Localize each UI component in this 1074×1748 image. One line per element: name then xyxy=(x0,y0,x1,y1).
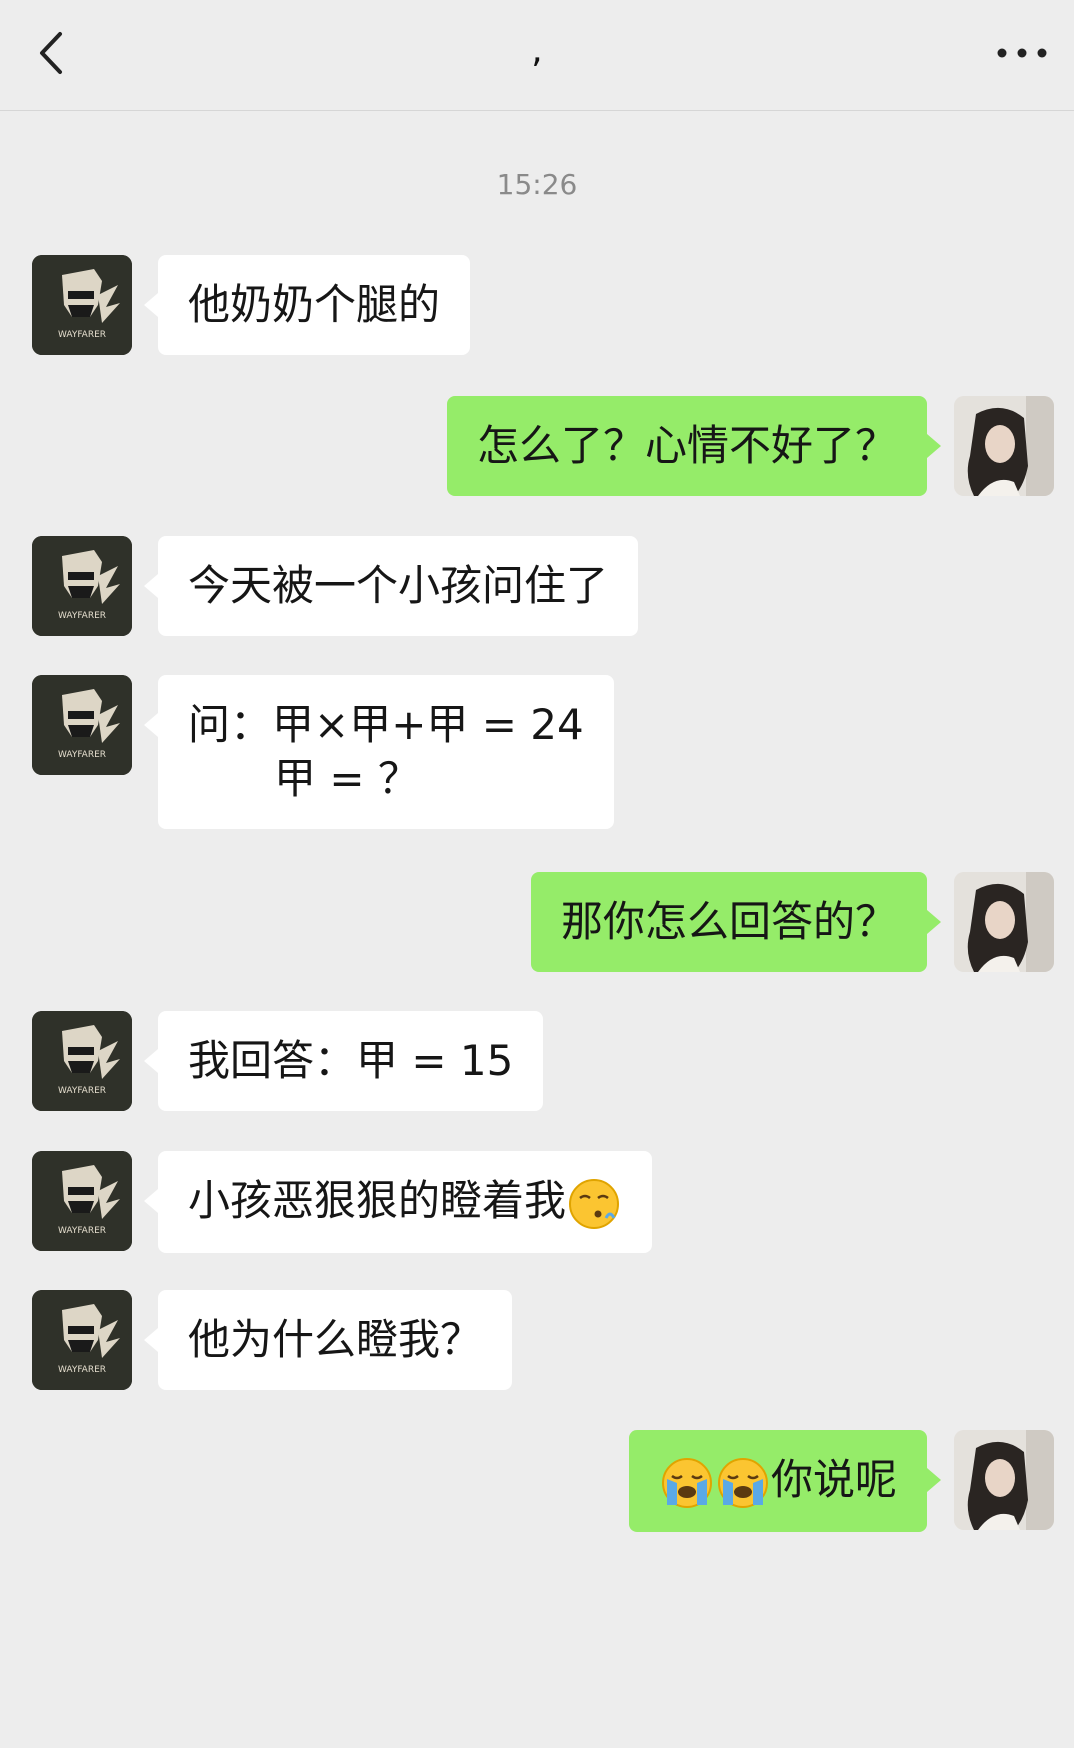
message-text: 那你怎么回答的？ xyxy=(560,897,897,946)
svg-text:WAYFARER: WAYFARER xyxy=(58,1365,106,1375)
avatar-self[interactable] xyxy=(954,1430,1054,1530)
message-text: 问：甲×甲+甲 = 24 xyxy=(188,700,584,749)
svg-text:WAYFARER: WAYFARER xyxy=(58,330,106,340)
svg-text:WAYFARER: WAYFARER xyxy=(58,611,106,621)
message-text: 他奶奶个腿的 xyxy=(188,280,441,329)
message-bubble-outgoing[interactable]: 那你怎么回答的？ xyxy=(530,872,942,972)
svg-text:WAYFARER: WAYFARER xyxy=(58,1226,106,1236)
message-bubble-incoming[interactable]: 我回答：甲 = 15 xyxy=(143,1011,544,1111)
avatar-wayfarer[interactable]: WAYFARER xyxy=(32,1011,132,1111)
message-bubble-incoming[interactable]: 问：甲×甲+甲 = 24 甲 = ？ xyxy=(144,675,614,829)
message-text: 小孩恶狠狠的瞪着我 xyxy=(188,1176,567,1225)
message-bubble-outgoing[interactable]: 你说呢 xyxy=(628,1430,942,1532)
svg-text:WAYFARER: WAYFARER xyxy=(58,1086,106,1096)
avatar-self[interactable] xyxy=(954,396,1054,496)
message-bubble-incoming[interactable]: 他奶奶个腿的 xyxy=(143,255,471,355)
message-text: 你说呢 xyxy=(770,1455,897,1504)
more-options-icon[interactable] xyxy=(992,38,1052,68)
avatar-wayfarer[interactable]: WAYFARER xyxy=(32,675,132,775)
message-timestamp: 15:26 xyxy=(496,168,578,201)
message-text: 他为什么瞪我？ xyxy=(188,1315,483,1364)
svg-text:WAYFARER: WAYFARER xyxy=(58,750,106,760)
message-bubble-outgoing[interactable]: 怎么了？心情不好了？ xyxy=(446,396,942,496)
chat-header: , xyxy=(0,0,1074,111)
avatar-self[interactable] xyxy=(954,872,1054,972)
loudly-crying-face-emoji xyxy=(717,1457,769,1509)
avatar-wayfarer[interactable]: WAYFARER xyxy=(32,1151,132,1251)
message-bubble-incoming[interactable]: 他为什么瞪我？ xyxy=(143,1290,513,1390)
avatar-wayfarer[interactable]: WAYFARER xyxy=(32,255,132,355)
message-bubble-incoming[interactable]: 今天被一个小孩问住了 xyxy=(143,536,639,636)
chat-title: , xyxy=(531,30,543,71)
message-text: 甲 = ？ xyxy=(274,754,420,803)
avatar-wayfarer[interactable]: WAYFARER xyxy=(32,1290,132,1390)
loudly-crying-face-emoji xyxy=(661,1457,713,1509)
message-bubble-incoming[interactable]: 小孩恶狠狠的瞪着我 xyxy=(143,1151,653,1253)
kissing-face-emoji xyxy=(568,1178,620,1230)
message-text: 怎么了？心情不好了？ xyxy=(476,421,897,470)
message-text: 我回答：甲 = 15 xyxy=(188,1036,514,1085)
message-text: 今天被一个小孩问住了 xyxy=(188,561,609,610)
avatar-wayfarer[interactable]: WAYFARER xyxy=(32,536,132,636)
